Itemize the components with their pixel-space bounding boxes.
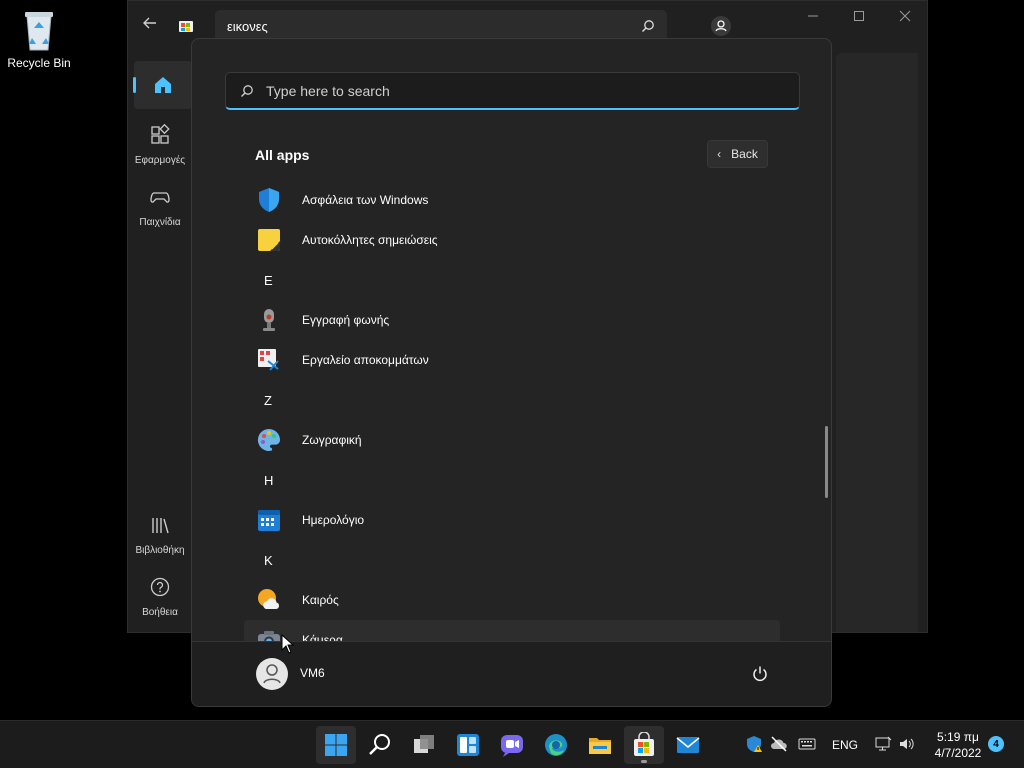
file-explorer-icon <box>589 738 611 754</box>
letter-header-zeta[interactable]: Ζ <box>244 380 780 420</box>
minimize-icon <box>808 15 818 17</box>
nav-home[interactable] <box>133 61 192 109</box>
search-icon <box>241 84 253 97</box>
taskbar: ENG 5:19 πμ 4/7/2022 4 <box>0 720 1024 768</box>
start-search-placeholder: Type here to search <box>266 82 390 99</box>
notification-badge[interactable]: 4 <box>988 736 1004 752</box>
chat-icon <box>501 735 523 757</box>
store-nav-rail: Εφαρμογές Παιχνίδια Βιβλιοθήκη Βοήθεια <box>128 51 192 632</box>
store-search-query: εικονες <box>227 18 268 34</box>
recycle-bin-label: Recycle Bin <box>7 56 71 70</box>
snipping-tool-icon <box>258 349 279 371</box>
widgets-icon <box>457 734 479 756</box>
search-icon <box>369 734 390 755</box>
back-arrow-button[interactable] <box>142 15 162 35</box>
start-icon <box>325 734 347 756</box>
taskbar-store-button[interactable] <box>624 726 664 764</box>
windows-security-icon <box>259 188 279 212</box>
apps-icon <box>151 123 170 144</box>
store-icon <box>634 732 654 756</box>
edge-icon <box>545 734 567 756</box>
nav-help[interactable]: Βοήθεια <box>128 576 192 618</box>
app-item-camera[interactable]: Κάμερα <box>244 620 780 642</box>
letter-header-epsilon[interactable]: Ε <box>244 260 780 300</box>
security-warning-icon[interactable] <box>746 735 764 753</box>
home-icon <box>155 77 171 93</box>
user-icon <box>263 664 281 684</box>
minimize-button[interactable] <box>804 9 822 27</box>
maximize-icon <box>854 11 864 21</box>
taskbar-search-button[interactable] <box>360 726 400 764</box>
onedrive-offline-icon[interactable] <box>770 735 788 753</box>
weather-icon <box>258 589 280 609</box>
input-language[interactable]: ENG <box>832 738 858 752</box>
mail-icon <box>676 737 700 753</box>
power-icon <box>753 666 767 682</box>
letter-header-kappa[interactable]: Κ <box>244 540 780 580</box>
user-name[interactable]: VM6 <box>300 666 325 680</box>
user-icon <box>711 16 731 36</box>
letter-header-eta[interactable]: Η <box>244 460 780 500</box>
close-button[interactable] <box>896 9 914 27</box>
clock-date: 4/7/2022 <box>934 746 982 760</box>
store-content-panel <box>836 53 918 632</box>
nav-help-label: Βοήθεια <box>142 607 178 618</box>
taskbar-task-view-button[interactable] <box>404 726 444 764</box>
back-arrow-icon <box>143 17 156 29</box>
voice-recorder-icon <box>263 309 275 331</box>
back-button-label: Back <box>731 147 758 161</box>
app-item-weather[interactable]: Καιρός <box>244 580 780 620</box>
clock[interactable]: 5:19 πμ 4/7/2022 <box>928 729 988 761</box>
nav-library[interactable]: Βιβλιοθήκη <box>128 514 192 556</box>
sticky-notes-icon <box>258 229 280 251</box>
maximize-button[interactable] <box>850 9 868 27</box>
nav-games[interactable]: Παιχνίδια <box>128 186 192 228</box>
back-button[interactable]: ‹ Back <box>707 140 768 168</box>
nav-apps-label: Εφαρμογές <box>134 155 186 166</box>
app-item-windows-security[interactable]: Ασφάλεια των Windows <box>244 180 780 220</box>
app-item-snipping-tool[interactable]: Εργαλείο αποκομμάτων <box>244 340 780 380</box>
store-app-icon <box>178 17 194 33</box>
start-search-box[interactable]: Type here to search <box>225 72 800 110</box>
chevron-left-icon: ‹ <box>717 147 722 161</box>
keyboard-icon[interactable] <box>798 735 816 753</box>
clock-time: 5:19 πμ <box>937 730 979 744</box>
taskbar-file-explorer-button[interactable] <box>580 726 620 764</box>
app-item-voice-recorder[interactable]: Εγγραφή φωνής <box>244 300 780 340</box>
task-view-icon <box>414 735 434 753</box>
app-item-paint[interactable]: Ζωγραφική <box>244 420 780 460</box>
search-icon[interactable] <box>641 19 655 33</box>
paint-icon <box>257 428 281 451</box>
camera-icon <box>258 631 280 642</box>
nav-apps[interactable]: Εφαρμογές <box>128 123 192 166</box>
all-apps-list: Ασφάλεια των Windows Αυτοκόλλητες σημειώ… <box>244 180 780 642</box>
help-icon <box>150 577 170 597</box>
avatar[interactable] <box>256 658 288 690</box>
close-icon <box>899 10 911 22</box>
nav-games-label: Παιχνίδια <box>139 217 181 228</box>
recycle-bin-icon <box>19 8 59 52</box>
all-apps-title: All apps <box>255 147 310 163</box>
taskbar-chat-button[interactable] <box>492 726 532 764</box>
network-icon[interactable] <box>874 735 892 753</box>
power-button[interactable] <box>750 664 770 684</box>
gamepad-icon <box>150 192 170 203</box>
calendar-icon <box>258 510 280 531</box>
taskbar-edge-button[interactable] <box>536 726 576 764</box>
running-indicator <box>641 760 647 763</box>
apps-list-scrollbar[interactable] <box>825 426 828 498</box>
mouse-cursor-icon <box>281 634 295 654</box>
nav-library-label: Βιβλιοθήκη <box>135 545 185 556</box>
recycle-bin-shortcut[interactable]: Recycle Bin <box>6 8 72 70</box>
library-icon <box>152 518 169 534</box>
taskbar-widgets-button[interactable] <box>448 726 488 764</box>
volume-icon[interactable] <box>898 735 916 753</box>
start-menu: Type here to search All apps ‹ Back Ασφά… <box>191 38 832 707</box>
app-item-calendar[interactable]: Ημερολόγιο <box>244 500 780 540</box>
taskbar-mail-button[interactable] <box>668 726 708 764</box>
app-item-sticky-notes[interactable]: Αυτοκόλλητες σημειώσεις <box>244 220 780 260</box>
account-button[interactable] <box>710 15 732 37</box>
taskbar-start-button[interactable] <box>316 726 356 764</box>
